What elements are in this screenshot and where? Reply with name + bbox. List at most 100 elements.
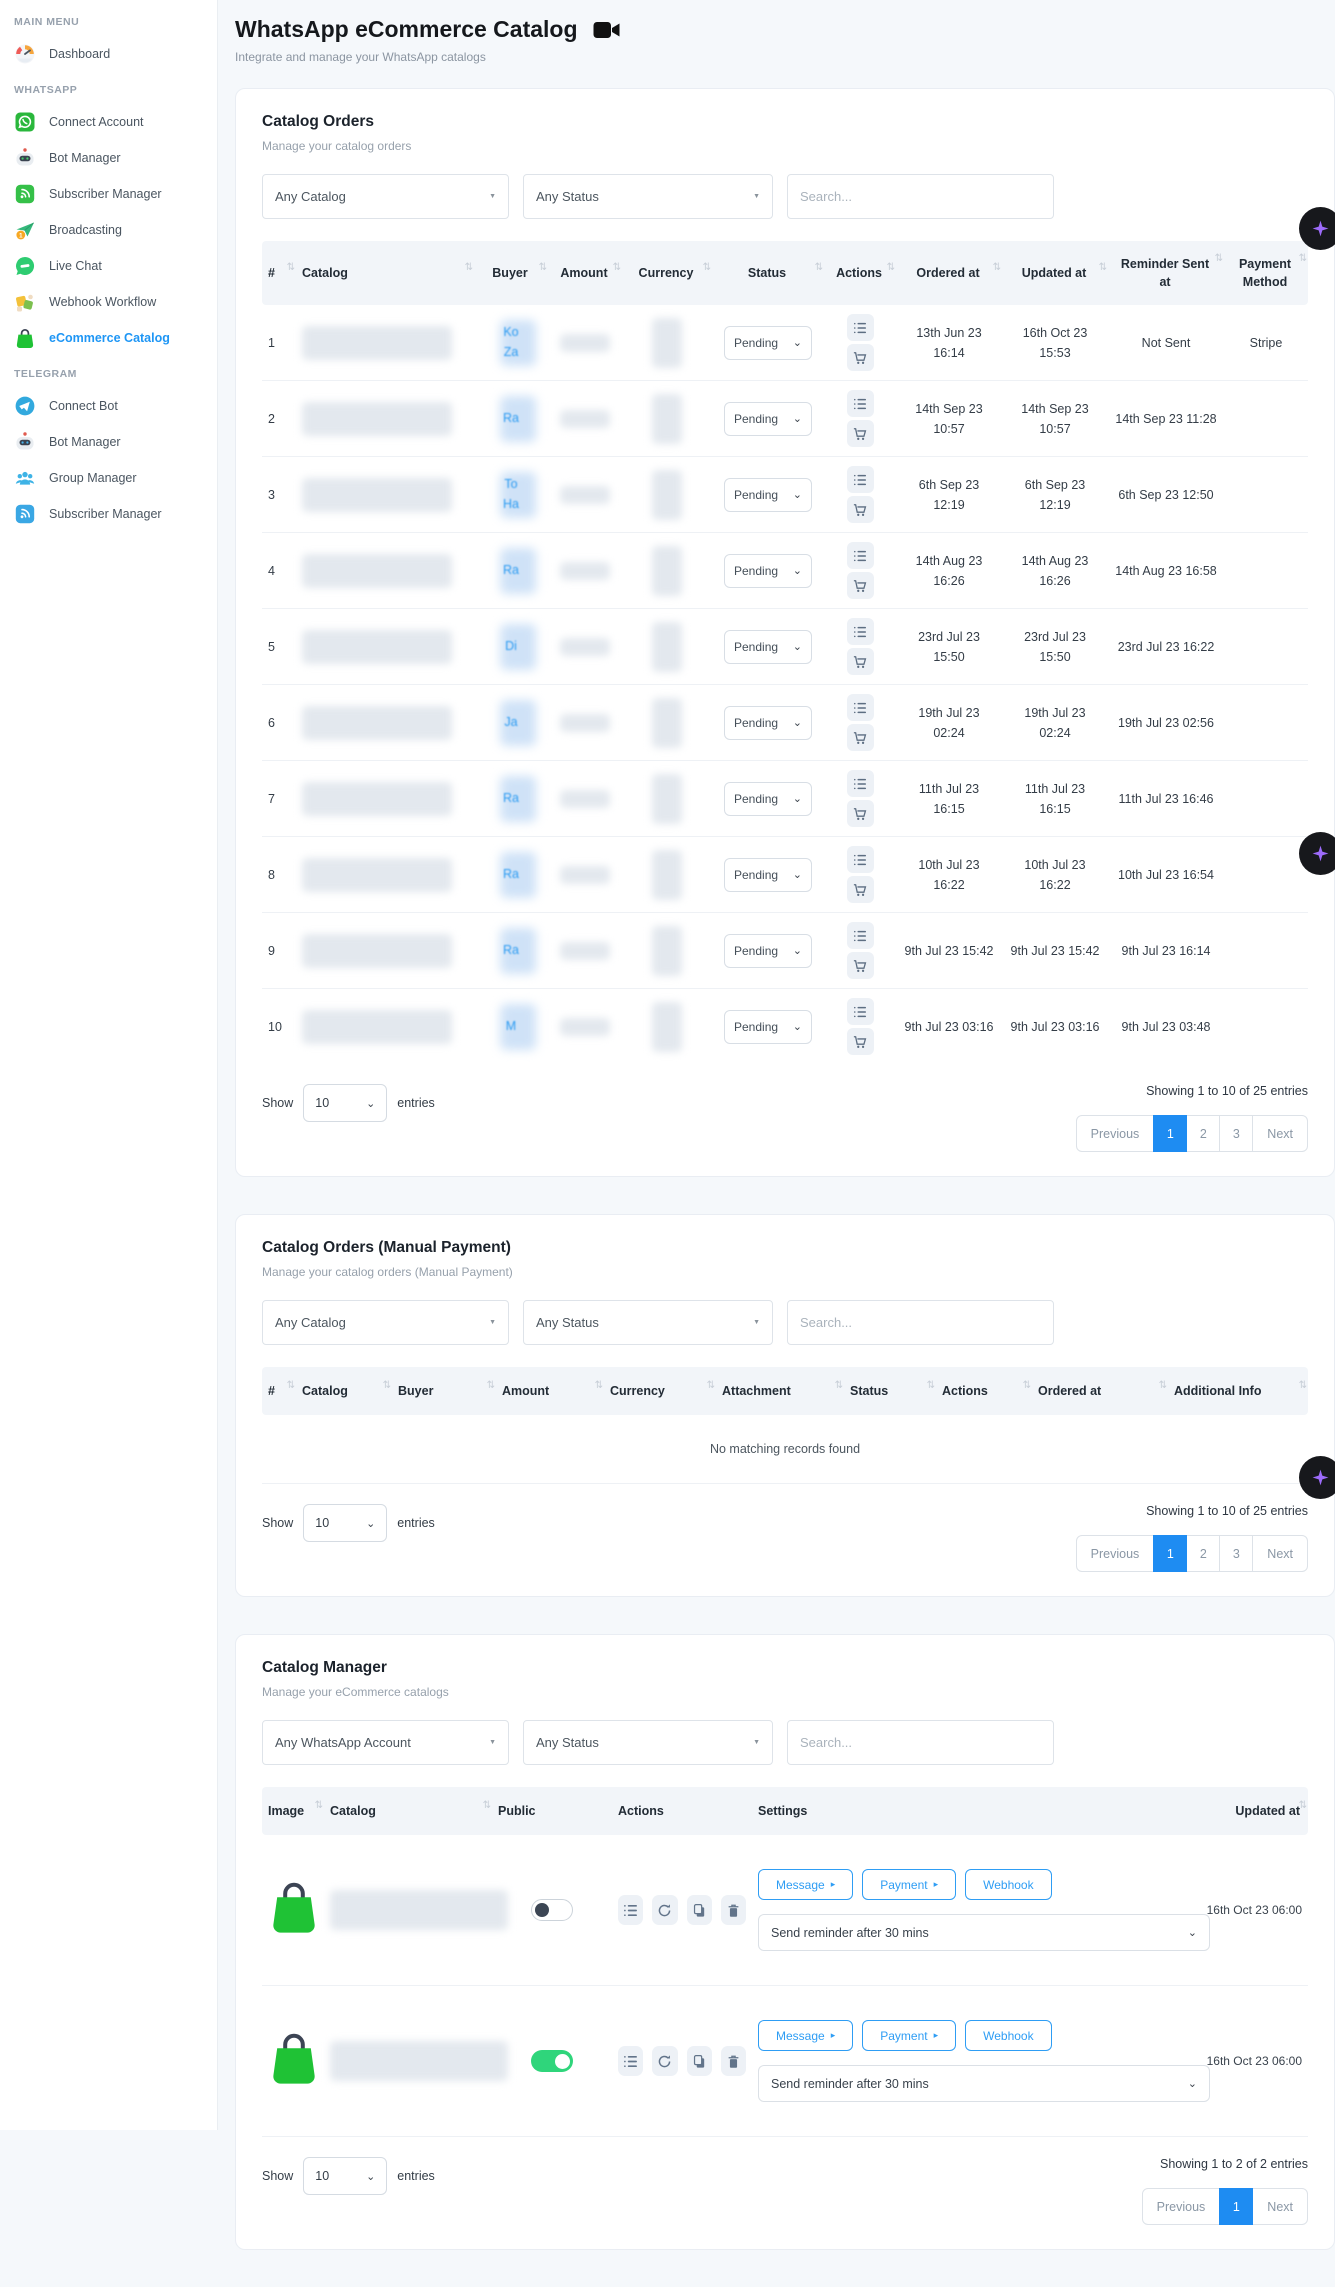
public-toggle[interactable] [531, 2050, 573, 2072]
sync-catalog-button[interactable] [652, 2046, 677, 2076]
buyer-link[interactable]: M [474, 1011, 548, 1042]
column-header[interactable]: Catalog⇅ [296, 254, 474, 292]
sidebar-item-connect-bot[interactable]: Connect Bot [0, 388, 217, 424]
status-filter-select[interactable]: Any Status ▼ [523, 1300, 773, 1345]
sidebar-item-webhook-workflow[interactable]: Webhook Workflow [0, 284, 217, 320]
column-header[interactable]: Ordered at⇅ [896, 254, 1002, 292]
pagination-next[interactable]: Next [1252, 1115, 1308, 1152]
column-header[interactable]: #⇅ [262, 254, 296, 292]
message-settings-button[interactable]: Message▸ [758, 2020, 853, 2051]
sidebar-item-broadcasting[interactable]: 1 Broadcasting [0, 212, 217, 248]
manager-search-input[interactable] [787, 1720, 1054, 1765]
order-status-select[interactable]: Pending⌄ [724, 934, 812, 968]
column-header[interactable]: Actions⇅ [824, 254, 896, 292]
sync-catalog-button[interactable] [652, 1895, 677, 1925]
order-details-button[interactable] [847, 694, 874, 721]
column-header[interactable]: #⇅ [262, 1372, 296, 1410]
order-status-select[interactable]: Pending⌄ [724, 706, 812, 740]
message-settings-button[interactable]: Message▸ [758, 1869, 853, 1900]
order-status-select[interactable]: Pending⌄ [724, 858, 812, 892]
column-header[interactable]: Amount⇅ [548, 254, 622, 292]
order-status-select[interactable]: Pending⌄ [724, 326, 812, 360]
reminder-select[interactable]: Send reminder after 30 mins ⌄ [758, 2065, 1210, 2102]
pagination-page-2[interactable]: 2 [1186, 1115, 1220, 1152]
column-header[interactable]: Reminder Sent at⇅ [1108, 245, 1224, 301]
copy-catalog-button[interactable] [687, 2046, 712, 2076]
payment-settings-button[interactable]: Payment▸ [862, 1869, 956, 1900]
delete-catalog-button[interactable] [721, 1895, 746, 1925]
buyer-link[interactable]: Ra [474, 403, 548, 434]
column-header[interactable]: Actions⇅ [936, 1372, 1032, 1410]
pagination-next[interactable]: Next [1252, 2188, 1308, 2225]
column-header[interactable]: Ordered at⇅ [1032, 1372, 1168, 1410]
buyer-link[interactable]: ToHa [474, 469, 548, 520]
page-size-select[interactable]: 10⌄ [303, 2157, 387, 2195]
order-cart-button[interactable] [847, 876, 874, 903]
order-cart-button[interactable] [847, 420, 874, 447]
column-header[interactable]: Amount⇅ [496, 1372, 604, 1410]
order-details-button[interactable] [847, 314, 874, 341]
sidebar-item-bot-manager-telegram[interactable]: Bot Manager [0, 424, 217, 460]
copy-catalog-button[interactable] [687, 1895, 712, 1925]
column-header[interactable]: Additional Info⇅ [1168, 1372, 1308, 1410]
buyer-link[interactable]: Ra [474, 935, 548, 966]
catalog-filter-select[interactable]: Any Catalog ▼ [262, 174, 509, 219]
column-header[interactable]: Buyer⇅ [474, 254, 548, 292]
sidebar-item-ecommerce-catalog[interactable]: eCommerce Catalog [0, 320, 217, 356]
reminder-select[interactable]: Send reminder after 30 mins ⌄ [758, 1914, 1210, 1951]
column-header[interactable]: Catalog⇅ [324, 1792, 492, 1830]
order-cart-button[interactable] [847, 800, 874, 827]
orders-search-input[interactable] [787, 174, 1054, 219]
order-cart-button[interactable] [847, 496, 874, 523]
buyer-link[interactable]: KoZa [474, 317, 548, 368]
order-cart-button[interactable] [847, 724, 874, 751]
column-header[interactable]: Attachment⇅ [716, 1372, 844, 1410]
order-details-button[interactable] [847, 542, 874, 569]
pagination-previous[interactable]: Previous [1076, 1115, 1155, 1152]
column-header[interactable]: Status⇅ [844, 1372, 936, 1410]
manual-search-input[interactable] [787, 1300, 1054, 1345]
whatsapp-account-filter-select[interactable]: Any WhatsApp Account ▼ [262, 1720, 509, 1765]
sidebar-item-live-chat[interactable]: Live Chat [0, 248, 217, 284]
page-size-select[interactable]: 10⌄ [303, 1084, 387, 1122]
delete-catalog-button[interactable] [721, 2046, 746, 2076]
order-details-button[interactable] [847, 770, 874, 797]
column-header[interactable]: Updated at⇅ [1200, 1792, 1308, 1830]
order-cart-button[interactable] [847, 1028, 874, 1055]
sidebar-item-dashboard[interactable]: Dashboard [0, 36, 217, 72]
pagination-previous[interactable]: Previous [1076, 1535, 1155, 1572]
pagination-page-1[interactable]: 1 [1153, 1535, 1187, 1572]
order-details-button[interactable] [847, 390, 874, 417]
column-header[interactable]: Catalog⇅ [296, 1372, 392, 1410]
catalog-items-button[interactable] [618, 1895, 643, 1925]
order-details-button[interactable] [847, 618, 874, 645]
column-header[interactable]: Payment Method⇅ [1224, 245, 1308, 301]
order-status-select[interactable]: Pending⌄ [724, 630, 812, 664]
buyer-link[interactable]: Di [474, 631, 548, 662]
column-header[interactable]: Updated at⇅ [1002, 254, 1108, 292]
pagination-page-1[interactable]: 1 [1153, 1115, 1187, 1152]
buyer-link[interactable]: Ra [474, 783, 548, 814]
sidebar-item-group-manager[interactable]: Group Manager [0, 460, 217, 496]
order-cart-button[interactable] [847, 572, 874, 599]
order-status-select[interactable]: Pending⌄ [724, 478, 812, 512]
pagination-next[interactable]: Next [1252, 1535, 1308, 1572]
page-size-select[interactable]: 10⌄ [303, 1504, 387, 1542]
assistant-sparkle-button[interactable] [1299, 1456, 1335, 1499]
assistant-sparkle-button[interactable] [1299, 832, 1335, 875]
webhook-settings-button[interactable]: Webhook [965, 1869, 1051, 1900]
order-details-button[interactable] [847, 466, 874, 493]
order-details-button[interactable] [847, 922, 874, 949]
assistant-sparkle-button[interactable] [1299, 207, 1335, 250]
order-cart-button[interactable] [847, 952, 874, 979]
column-header[interactable]: Currency⇅ [604, 1372, 716, 1410]
payment-settings-button[interactable]: Payment▸ [862, 2020, 956, 2051]
sidebar-item-subscriber-manager-whatsapp[interactable]: Subscriber Manager [0, 176, 217, 212]
column-header[interactable]: Image⇅ [262, 1792, 324, 1830]
column-header[interactable]: Public [492, 1792, 612, 1830]
pagination-page-3[interactable]: 3 [1219, 1535, 1253, 1572]
pagination-page-3[interactable]: 3 [1219, 1115, 1253, 1152]
column-header[interactable]: Status⇅ [712, 254, 824, 292]
sidebar-item-subscriber-manager-telegram[interactable]: Subscriber Manager [0, 496, 217, 532]
column-header[interactable]: Actions [612, 1792, 752, 1830]
